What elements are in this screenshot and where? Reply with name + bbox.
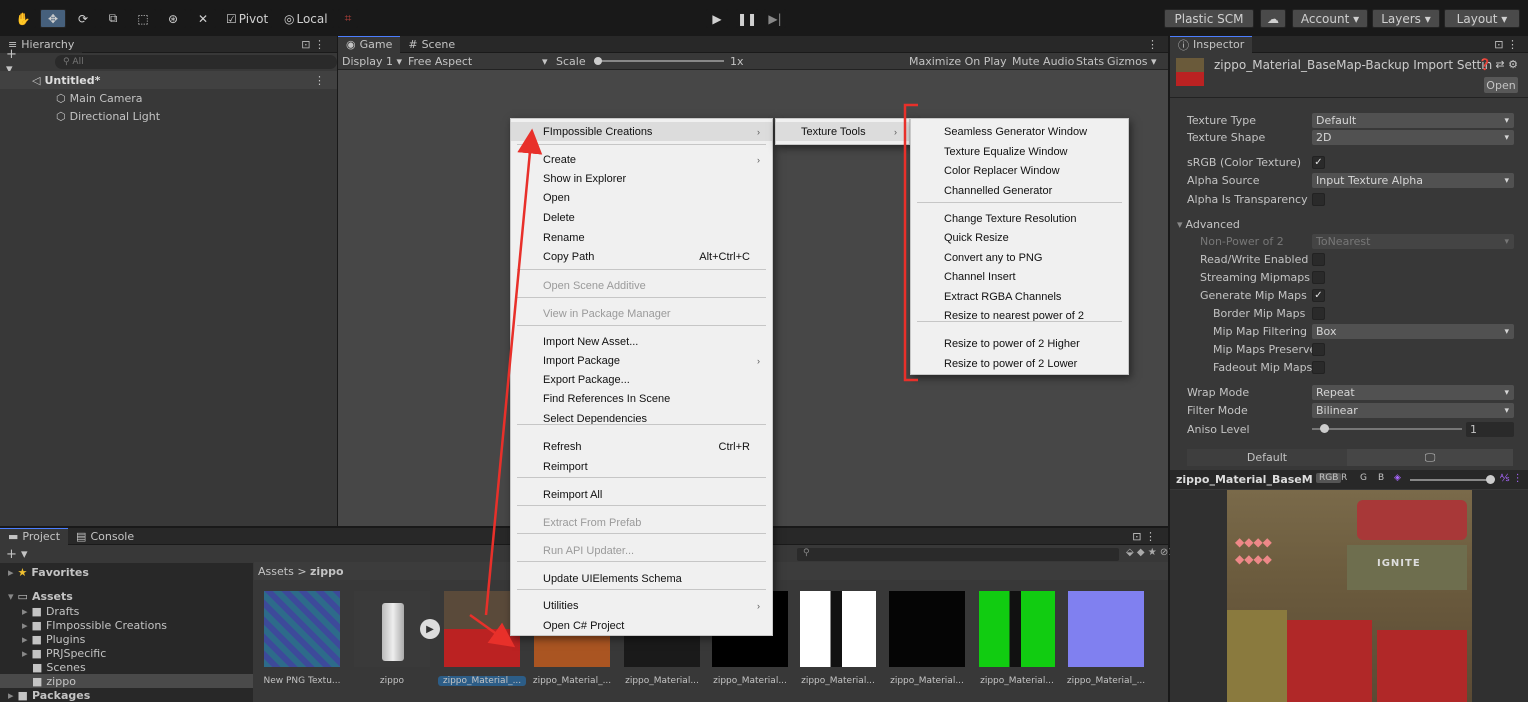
annotation-arrow-thumb xyxy=(469,613,516,648)
annotation-bracket xyxy=(903,103,918,382)
annotation-arrow-up xyxy=(484,128,543,616)
annotation-overlay xyxy=(469,103,918,648)
